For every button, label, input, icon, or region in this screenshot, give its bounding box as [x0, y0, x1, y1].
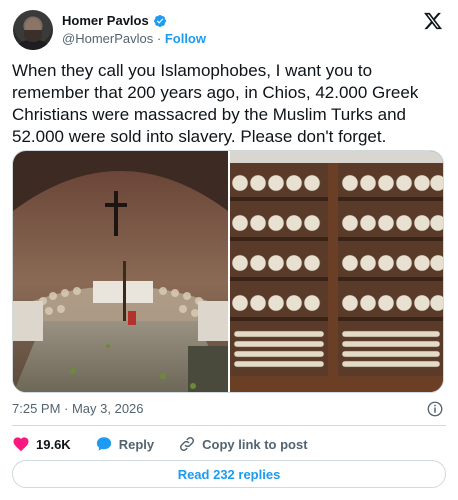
reply-label: Reply — [118, 436, 155, 452]
ossuary-chapel-photo[interactable] — [13, 151, 228, 393]
author-name[interactable]: Homer Pavlos — [62, 13, 149, 28]
post-actions: 19.6K Reply Copy link to post — [12, 434, 332, 454]
verified-badge-icon — [153, 14, 166, 27]
link-icon — [180, 436, 195, 452]
divider — [12, 425, 446, 426]
copy-link-button[interactable]: Copy link to post — [178, 435, 308, 453]
author-handle[interactable]: @HomerPavlos — [62, 31, 153, 46]
like-count: 19.6K — [36, 436, 71, 452]
reply-bubble-icon — [96, 437, 111, 451]
separator-dot: · — [156, 31, 162, 46]
copy-link-label: Copy link to post — [202, 436, 308, 452]
post-text: When they call you Islamophobes, I want … — [12, 61, 419, 146]
avatar[interactable] — [13, 10, 53, 50]
skull-cabinet-photo[interactable] — [230, 151, 444, 393]
post-media[interactable] — [12, 150, 444, 393]
embedded-post-card: Homer Pavlos @HomerPavlos · Follow When … — [0, 0, 458, 500]
follow-link[interactable]: Follow — [165, 31, 206, 46]
handle-row: @HomerPavlos · Follow — [62, 31, 206, 46]
info-icon[interactable] — [426, 400, 444, 418]
heart-icon — [13, 437, 29, 452]
post-timestamp[interactable]: 7:25 PM · May 3, 2026 — [12, 401, 144, 416]
x-logo-icon[interactable] — [423, 11, 443, 31]
author-name-row: Homer Pavlos — [62, 13, 167, 28]
read-replies-button[interactable]: Read 232 replies — [12, 460, 446, 488]
reply-button[interactable]: Reply — [95, 435, 154, 453]
like-button[interactable]: 19.6K — [12, 435, 71, 453]
post-header: Homer Pavlos @HomerPavlos · Follow — [12, 9, 446, 51]
